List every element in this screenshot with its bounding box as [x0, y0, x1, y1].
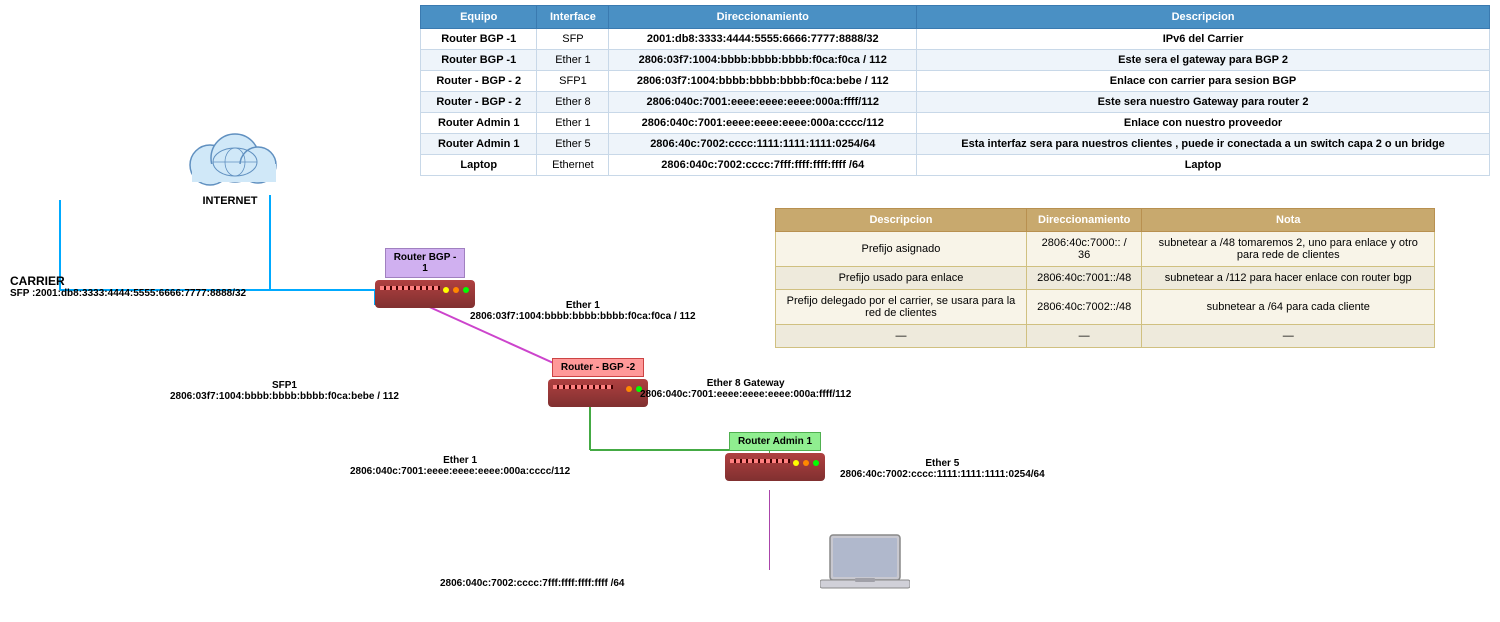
second-cell-3-2: —	[1142, 325, 1435, 348]
main-cell-2-3: Enlace con carrier para sesion BGP	[917, 71, 1490, 92]
router-bgp1-dot2	[453, 287, 459, 293]
router-bgp2-icon	[548, 379, 648, 407]
second-table-row: Prefijo delegado por el carrier, se usar…	[776, 290, 1435, 325]
laptop-icon	[820, 530, 910, 603]
router-admin1-box: Router Admin 1	[725, 432, 825, 481]
internet-label: INTERNET	[170, 195, 290, 207]
router-bgp1-dot3	[443, 287, 449, 293]
router-admin1-label: Router Admin 1	[729, 432, 821, 451]
laptop-svg	[820, 530, 910, 600]
router-admin1-dot1	[813, 460, 819, 466]
main-cell-4-3: Enlace con nuestro proveedor	[917, 113, 1490, 134]
laptop-addr-label: 2806:040c:7002:cccc:7fff:ffff:ffff:ffff …	[440, 578, 625, 589]
diagram-area: INTERNET CARRIER SFP :2001:db8:3333:4444…	[0, 0, 770, 622]
router-admin1-dot2	[803, 460, 809, 466]
router-bgp1-box: Router BGP -1	[375, 248, 475, 308]
cloud-icon	[170, 120, 290, 190]
col2-direccionamiento: Direccionamiento	[1026, 209, 1142, 232]
router-admin1-dot3	[793, 460, 799, 466]
router-admin1-icon	[725, 453, 825, 481]
router-bgp2-dot2	[626, 386, 632, 392]
ether1-label-bgp1: Ether 1 2806:03f7:1004:bbbb:bbbb:bbbb:f0…	[470, 300, 696, 322]
second-cell-3-0: —	[776, 325, 1027, 348]
second-table-row: Prefijo usado para enlace2806:40c:7001::…	[776, 267, 1435, 290]
second-cell-1-2: subnetear a /112 para hacer enlace con r…	[1142, 267, 1435, 290]
second-cell-2-1: 2806:40c:7002::/48	[1026, 290, 1142, 325]
second-cell-1-0: Prefijo usado para enlace	[776, 267, 1027, 290]
sfp1-label: SFP1 2806:03f7:1004:bbbb:bbbb:bbbb:f0ca:…	[170, 380, 399, 402]
ether1-label-admin: Ether 1 2806:040c:7001:eeee:eeee:eeee:00…	[350, 455, 570, 477]
carrier-sfp: SFP :2001:db8:3333:4444:5555:6666:7777:8…	[10, 288, 246, 299]
second-cell-2-0: Prefijo delegado por el carrier, se usar…	[776, 290, 1027, 325]
router-bgp2-box: Router - BGP -2	[548, 358, 648, 407]
main-cell-0-3: IPv6 del Carrier	[917, 29, 1490, 50]
second-cell-0-0: Prefijo asignado	[776, 232, 1027, 267]
second-table-row: ———	[776, 325, 1435, 348]
ether8-label: Ether 8 Gateway 2806:040c:7001:eeee:eeee…	[640, 378, 851, 400]
carrier-label: CARRIER SFP :2001:db8:3333:4444:5555:666…	[10, 274, 246, 299]
carrier-text: CARRIER	[10, 274, 246, 288]
second-cell-3-1: —	[1026, 325, 1142, 348]
router-bgp1-icon	[375, 280, 475, 308]
internet-cloud: INTERNET	[170, 120, 290, 210]
router-bgp2-label: Router - BGP -2	[552, 358, 644, 377]
col2-descripcion: Descripcion	[776, 209, 1027, 232]
router-bgp1-dot1	[463, 287, 469, 293]
ether5-label: Ether 5 2806:40c:7002:cccc:1111:1111:111…	[840, 458, 1045, 480]
second-table-row: Prefijo asignado2806:40c:7000:: / 36subn…	[776, 232, 1435, 267]
second-cell-0-1: 2806:40c:7000:: / 36	[1026, 232, 1142, 267]
second-cell-2-2: subnetear a /64 para cada cliente	[1142, 290, 1435, 325]
col-descripcion: Descripcion	[917, 6, 1490, 29]
col2-nota: Nota	[1142, 209, 1435, 232]
second-cell-0-2: subnetear a /48 tomaremos 2, uno para en…	[1142, 232, 1435, 267]
main-cell-6-3: Laptop	[917, 155, 1490, 176]
main-cell-1-3: Este sera el gateway para BGP 2	[917, 50, 1490, 71]
router-bgp1-label: Router BGP -1	[385, 248, 466, 278]
main-cell-5-3: Esta interfaz sera para nuestros cliente…	[917, 134, 1490, 155]
second-table: Descripcion Direccionamiento Nota Prefij…	[775, 208, 1435, 348]
second-cell-1-1: 2806:40c:7001::/48	[1026, 267, 1142, 290]
main-cell-3-3: Este sera nuestro Gateway para router 2	[917, 92, 1490, 113]
